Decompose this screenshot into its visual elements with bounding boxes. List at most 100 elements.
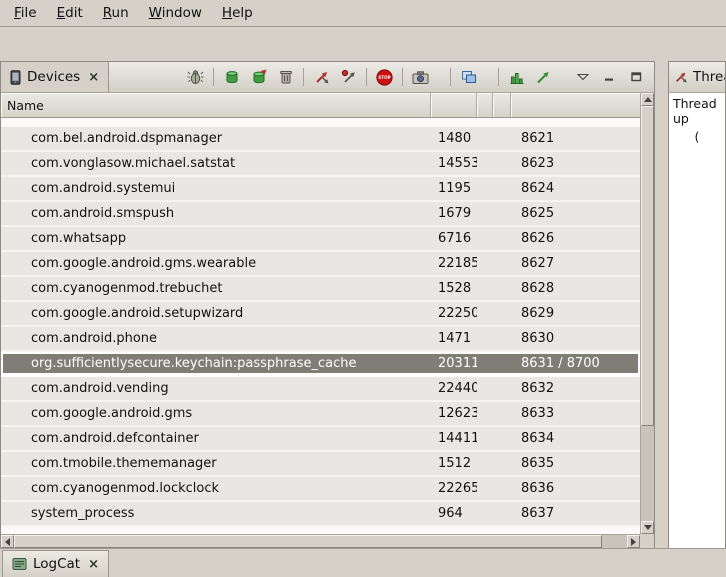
process-port: 8632 (511, 381, 640, 396)
process-port: 8635 (511, 456, 640, 471)
device-icon (10, 70, 21, 85)
table-row[interactable]: com.android.phone 1471 8630 (1, 327, 640, 352)
logcat-icon (12, 557, 27, 571)
devices-toolbar: STOP (183, 62, 654, 92)
sysinfo-update-button[interactable] (531, 65, 556, 90)
vertical-scroll-thumb[interactable] (641, 106, 654, 426)
threads-message-line2: ( (671, 129, 723, 144)
horizontal-scroll-track[interactable] (14, 535, 627, 548)
stop-icon: STOP (376, 69, 393, 86)
bottom-tab-bar: LogCat × (0, 548, 726, 577)
toolbar-separator (450, 68, 451, 86)
process-name: org.sufficientlysecure.keychain:passphra… (1, 356, 431, 371)
svg-text:STOP: STOP (378, 75, 391, 80)
toolbar-separator (402, 68, 403, 86)
table-row[interactable]: system_process 964 8637 (1, 502, 640, 527)
process-pid: 1471 (431, 331, 477, 346)
threads-message-area: Thread up ( (669, 93, 725, 548)
process-name: com.android.phone (1, 331, 431, 346)
method-profiling-button[interactable] (336, 65, 361, 90)
scroll-right-button[interactable] (627, 535, 640, 548)
hprof-cylinder-icon (251, 69, 267, 85)
process-port: 8626 (511, 231, 640, 246)
process-pid: 6716 (431, 231, 477, 246)
table-row[interactable]: com.google.android.gms 12623 8633 (1, 402, 640, 427)
column-header-port[interactable] (511, 93, 640, 117)
horizontal-scroll-thumb[interactable] (14, 535, 602, 548)
process-pid: 1195 (431, 181, 477, 196)
cause-gc-button[interactable] (273, 65, 298, 90)
vertical-scroll-track[interactable] (641, 106, 654, 521)
column-header-col4[interactable] (493, 93, 511, 117)
green-bars-icon (509, 70, 525, 85)
process-port: 8636 (511, 481, 640, 496)
table-row[interactable]: com.android.smspush 1679 8625 (1, 202, 640, 227)
menu-item[interactable]: Help (212, 2, 263, 24)
close-icon[interactable]: × (86, 557, 99, 572)
close-icon[interactable]: × (86, 70, 99, 85)
process-pid: 1528 (431, 281, 477, 296)
process-port: 8631 / 8700 (511, 356, 640, 371)
table-row[interactable]: com.tmobile.thememanager 1512 8635 (1, 452, 640, 477)
update-threads-button[interactable] (309, 65, 334, 90)
vertical-scrollbar[interactable] (640, 93, 654, 534)
menu-bar: FileEditRunWindowHelp (0, 0, 726, 27)
screen-capture-button[interactable] (408, 65, 433, 90)
table-row[interactable]: com.vonglasow.michael.satstat 14553 8623 (1, 152, 640, 177)
column-header-name[interactable]: Name (1, 93, 431, 117)
update-heap-button[interactable] (219, 65, 244, 90)
table-row[interactable]: com.whatsapp 6716 8626 (1, 227, 640, 252)
process-name: com.google.android.setupwizard (1, 306, 431, 321)
arrow-up-icon (644, 97, 652, 102)
menu-item[interactable]: Edit (47, 2, 93, 24)
scroll-down-button[interactable] (641, 521, 654, 534)
hierarchy-view-button[interactable] (456, 65, 481, 90)
column-header-pid[interactable] (431, 93, 477, 117)
process-pid: 14411 (431, 431, 477, 446)
process-pid: 1512 (431, 456, 477, 471)
tab-devices[interactable]: Devices × (1, 62, 109, 92)
scroll-left-button[interactable] (1, 535, 14, 548)
bug-icon (187, 69, 204, 85)
process-name: com.vonglasow.michael.satstat (1, 156, 431, 171)
table-row[interactable]: com.bel.android.dspmanager 1480 8621 (1, 127, 640, 152)
menu-item[interactable]: File (4, 2, 47, 24)
panel-splitter[interactable] (655, 61, 668, 549)
process-pid: 1679 (431, 206, 477, 221)
table-row[interactable]: com.android.defcontainer 14411 8634 (1, 427, 640, 452)
maximize-button[interactable] (624, 65, 649, 90)
toolbar-separator (498, 68, 499, 86)
maximize-icon (631, 72, 642, 82)
process-port: 8624 (511, 181, 640, 196)
process-pid: 964 (431, 506, 477, 521)
table-row[interactable]: com.google.android.gms.wearable 22185 86… (1, 252, 640, 277)
dump-hprof-button[interactable] (246, 65, 271, 90)
process-port: 8629 (511, 306, 640, 321)
tab-threads[interactable]: Threads (674, 69, 725, 85)
tab-logcat-label: LogCat (33, 556, 80, 572)
devices-panel: Devices × (0, 61, 655, 549)
view-menu-button[interactable] (570, 65, 595, 90)
table-row[interactable]: com.google.android.setupwizard 22250 862… (1, 302, 640, 327)
menu-item[interactable]: Run (93, 2, 139, 24)
process-pid: 20311 (431, 356, 477, 371)
table-row[interactable]: com.cyanogenmod.trebuchet 1528 8628 (1, 277, 640, 302)
process-port: 8625 (511, 206, 640, 221)
table-row[interactable]: com.android.vending 22440 8632 (1, 377, 640, 402)
minimize-button[interactable] (597, 65, 622, 90)
horizontal-scrollbar[interactable] (1, 534, 640, 548)
table-row[interactable]: com.cyanogenmod.lockclock 22265 8636 (1, 477, 640, 502)
column-header-col3[interactable] (477, 93, 493, 117)
debug-process-button[interactable] (183, 65, 208, 90)
menu-item[interactable]: Window (139, 2, 212, 24)
table-row[interactable]: org.sufficientlysecure.keychain:passphra… (1, 352, 640, 377)
process-port: 8621 (511, 131, 640, 146)
process-port: 8627 (511, 256, 640, 271)
scroll-up-button[interactable] (641, 93, 654, 106)
threads-panel-header: Threads (669, 62, 725, 93)
tab-logcat[interactable]: LogCat × (2, 550, 109, 577)
sysinfo-chart-button[interactable] (504, 65, 529, 90)
stop-process-button[interactable]: STOP (372, 65, 397, 90)
process-name: com.google.android.gms (1, 406, 431, 421)
table-row[interactable]: com.android.systemui 1195 8624 (1, 177, 640, 202)
